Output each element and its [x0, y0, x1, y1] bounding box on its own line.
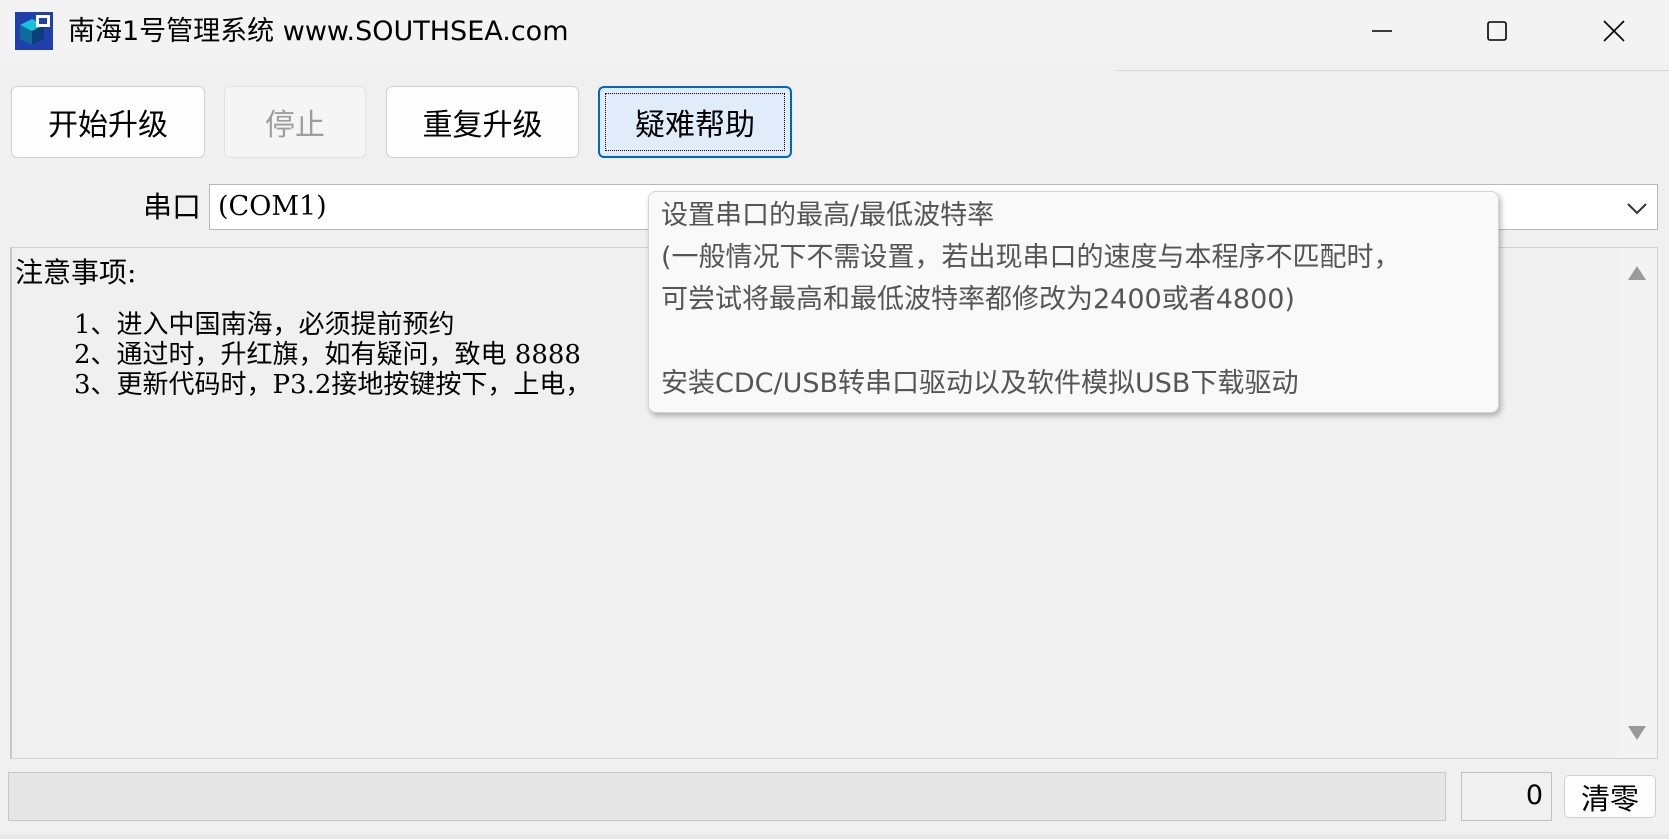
repeat-upgrade-button[interactable]: 重复升级 [386, 86, 579, 158]
maximize-button[interactable] [1442, 0, 1552, 62]
vertical-scrollbar[interactable] [1617, 248, 1657, 758]
app-cube-icon [15, 12, 53, 50]
start-upgrade-button[interactable]: 开始升级 [11, 86, 205, 158]
clear-button[interactable]: 清零 [1564, 775, 1656, 818]
tooltip-line: (一般情况下不需设置，若出现串口的速度与本程序不匹配时， [661, 242, 1401, 273]
close-icon [1603, 20, 1625, 42]
tooltip-line: 可尝试将最高和最低波特率都修改为2400或者4800) [661, 284, 1295, 315]
minimize-button[interactable] [1327, 0, 1437, 62]
progress-bar [8, 772, 1446, 821]
stop-button[interactable]: 停止 [224, 86, 366, 158]
minimize-icon [1372, 30, 1392, 32]
help-button-label: 疑难帮助 [635, 108, 755, 143]
chevron-down-icon[interactable] [1623, 194, 1651, 222]
notes-heading: 注意事项: [15, 256, 137, 289]
title-bar[interactable]: 南海1号管理系统 www.SOUTHSEA.com [0, 0, 1669, 64]
notes-line: 1、进入中国南海，必须提前预约 [74, 310, 455, 340]
tooltip-line: 安装CDC/USB转串口驱动以及软件模拟USB下载驱动 [661, 368, 1299, 399]
notes-line: 3、更新代码时，P3.2接地按键按下，上电， [74, 370, 592, 400]
scroll-up-icon [1628, 266, 1646, 280]
maximize-icon [1487, 21, 1507, 41]
notes-line: 2、通过时，升红旗，如有疑问，致电 8888 [74, 340, 581, 370]
port-select-value: (COM1) [218, 191, 327, 222]
scroll-down-icon [1628, 726, 1646, 740]
title-divider [1115, 70, 1669, 71]
window-title: 南海1号管理系统 www.SOUTHSEA.com [68, 16, 569, 47]
counter-field[interactable]: 0 [1461, 772, 1552, 821]
port-label: 串口 [143, 190, 202, 224]
close-button[interactable] [1559, 0, 1669, 62]
tooltip-line: 设置串口的最高/最低波特率 [661, 200, 995, 231]
help-button[interactable]: 疑难帮助 [598, 86, 792, 158]
help-tooltip: 设置串口的最高/最低波特率 (一般情况下不需设置，若出现串口的速度与本程序不匹配… [648, 191, 1499, 413]
window-bottom-edge [0, 834, 1669, 839]
scroll-down-button[interactable] [1625, 722, 1649, 744]
scroll-up-button[interactable] [1625, 262, 1649, 284]
